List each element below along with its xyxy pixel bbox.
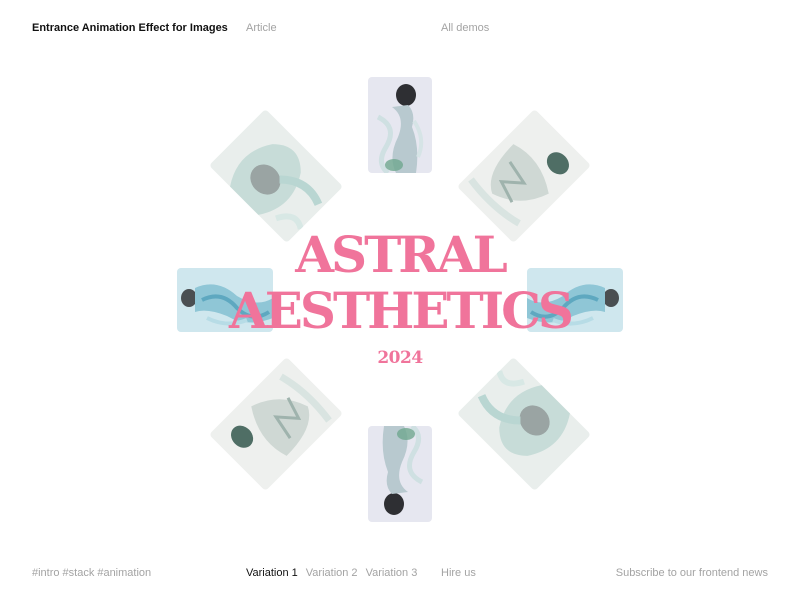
gallery-image-top [368, 77, 432, 173]
variation-3-link[interactable]: Variation 3 [366, 567, 418, 579]
nav-article-link[interactable]: Article [246, 21, 277, 35]
tag-link[interactable]: #intro [32, 567, 60, 579]
gallery-image-bottom [368, 426, 432, 522]
gallery-image-bottom-right [456, 356, 592, 492]
tag-list: #intro #stack #animation [32, 566, 154, 580]
gallery-image-top-right [456, 108, 592, 244]
gallery-image-bottom-left [208, 356, 344, 492]
hero-title-line-2: AESTHETICS [228, 281, 574, 340]
header: Entrance Animation Effect for Images Art… [32, 21, 768, 35]
tag-link[interactable]: #stack [63, 567, 95, 579]
hire-us-link[interactable]: Hire us [441, 566, 476, 580]
variation-2-link[interactable]: Variation 2 [306, 567, 358, 579]
hero-year: 2024 [377, 348, 423, 368]
gallery-image-top-left [208, 108, 344, 244]
site-title[interactable]: Entrance Animation Effect for Images [32, 21, 228, 35]
footer: #intro #stack #animation Variation 1 Variat… [32, 566, 768, 580]
nav-all-demos-link[interactable]: All demos [441, 21, 489, 35]
page: Entrance Animation Effect for Images Art… [0, 0, 800, 600]
variation-nav: Variation 1 Variation 2 Variation 3 [246, 566, 425, 580]
subscribe-link[interactable]: Subscribe to our frontend news [616, 566, 768, 580]
tag-link[interactable]: #animation [97, 567, 151, 579]
variation-1-link[interactable]: Variation 1 [246, 567, 298, 579]
hero-title-line-1: ASTRAL [295, 225, 508, 284]
